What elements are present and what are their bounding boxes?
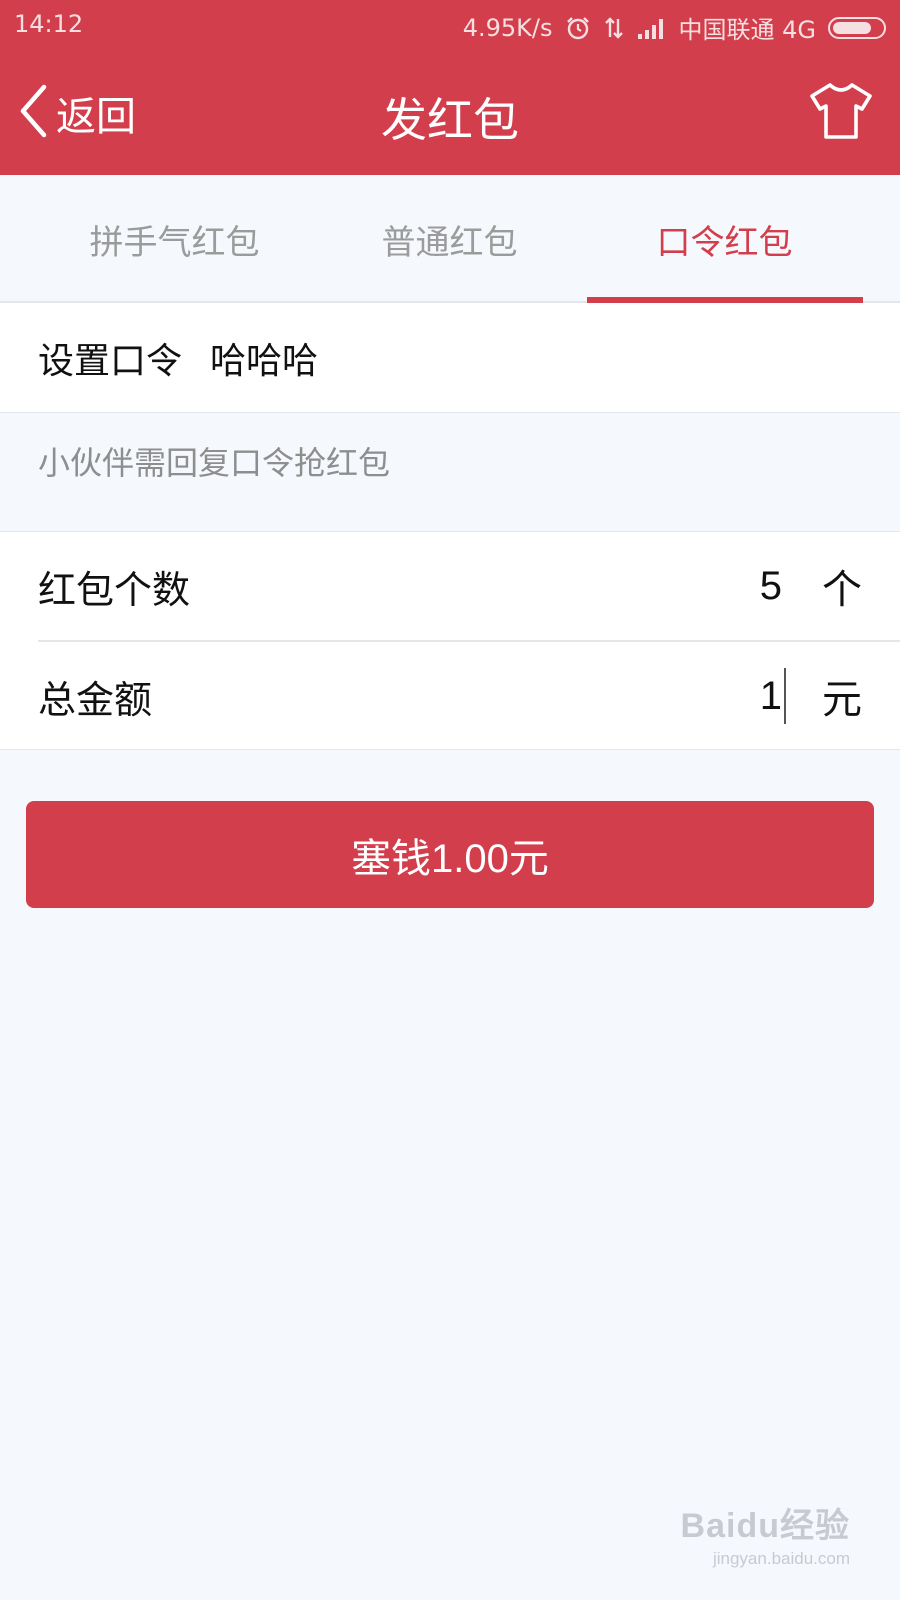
password-row: 设置口令 bbox=[0, 303, 900, 413]
total-amount-input[interactable]: 1 bbox=[760, 674, 782, 719]
watermark-main: Baidu经验 bbox=[680, 1507, 850, 1545]
amount-group: 红包个数 5 个 总金额 1 元 bbox=[0, 531, 900, 750]
password-input[interactable] bbox=[210, 337, 811, 378]
carrier-label: 中国联通 4G bbox=[678, 16, 817, 44]
status-bar: 14:12 4.95K/s 中国联通 4G bbox=[0, 0, 900, 50]
packet-count-label: 红包个数 bbox=[38, 567, 191, 612]
packet-count-input[interactable]: 5 bbox=[760, 564, 782, 609]
status-time: 14:12 bbox=[14, 10, 84, 38]
signal-icon bbox=[637, 16, 667, 40]
skin-button[interactable] bbox=[806, 80, 876, 146]
password-hint: 小伙伴需回复口令抢红包 bbox=[38, 444, 391, 482]
network-speed: 4.95K/s bbox=[462, 13, 553, 42]
text-cursor bbox=[784, 668, 786, 724]
password-label: 设置口令 bbox=[38, 340, 183, 382]
packet-count-row[interactable]: 红包个数 5 个 bbox=[0, 532, 900, 640]
total-amount-unit: 元 bbox=[822, 677, 862, 723]
total-amount-row[interactable]: 总金额 1 元 bbox=[0, 642, 900, 750]
page-title: 发红包 bbox=[381, 93, 519, 147]
battery-icon bbox=[828, 16, 886, 39]
insert-money-button[interactable]: 塞钱1.00元 bbox=[26, 801, 874, 908]
tab-password-packet[interactable]: 口令红包 bbox=[587, 175, 862, 303]
alarm-icon bbox=[565, 15, 591, 41]
watermark-sub: jingyan.baidu.com bbox=[712, 1549, 850, 1568]
status-right: 4.95K/s 中国联通 4G bbox=[463, 10, 886, 45]
app-header: 14:12 4.95K/s 中国联通 4G 返回 发红包 bbox=[0, 0, 900, 175]
tshirt-icon bbox=[808, 81, 874, 145]
nav-bar: 返回 发红包 bbox=[0, 50, 900, 175]
total-amount-label: 总金额 bbox=[38, 677, 153, 722]
data-transfer-icon bbox=[603, 15, 625, 41]
tab-normal-packet[interactable]: 普通红包 bbox=[312, 175, 587, 303]
baidu-watermark: Baidu经验 jingyan.baidu.com bbox=[681, 1498, 850, 1569]
tab-lucky-packet[interactable]: 拼手气红包 bbox=[37, 175, 312, 303]
packet-count-unit: 个 bbox=[822, 567, 862, 613]
battery-level bbox=[833, 21, 872, 34]
packet-type-tabs: 拼手气红包 普通红包 口令红包 bbox=[0, 175, 900, 303]
